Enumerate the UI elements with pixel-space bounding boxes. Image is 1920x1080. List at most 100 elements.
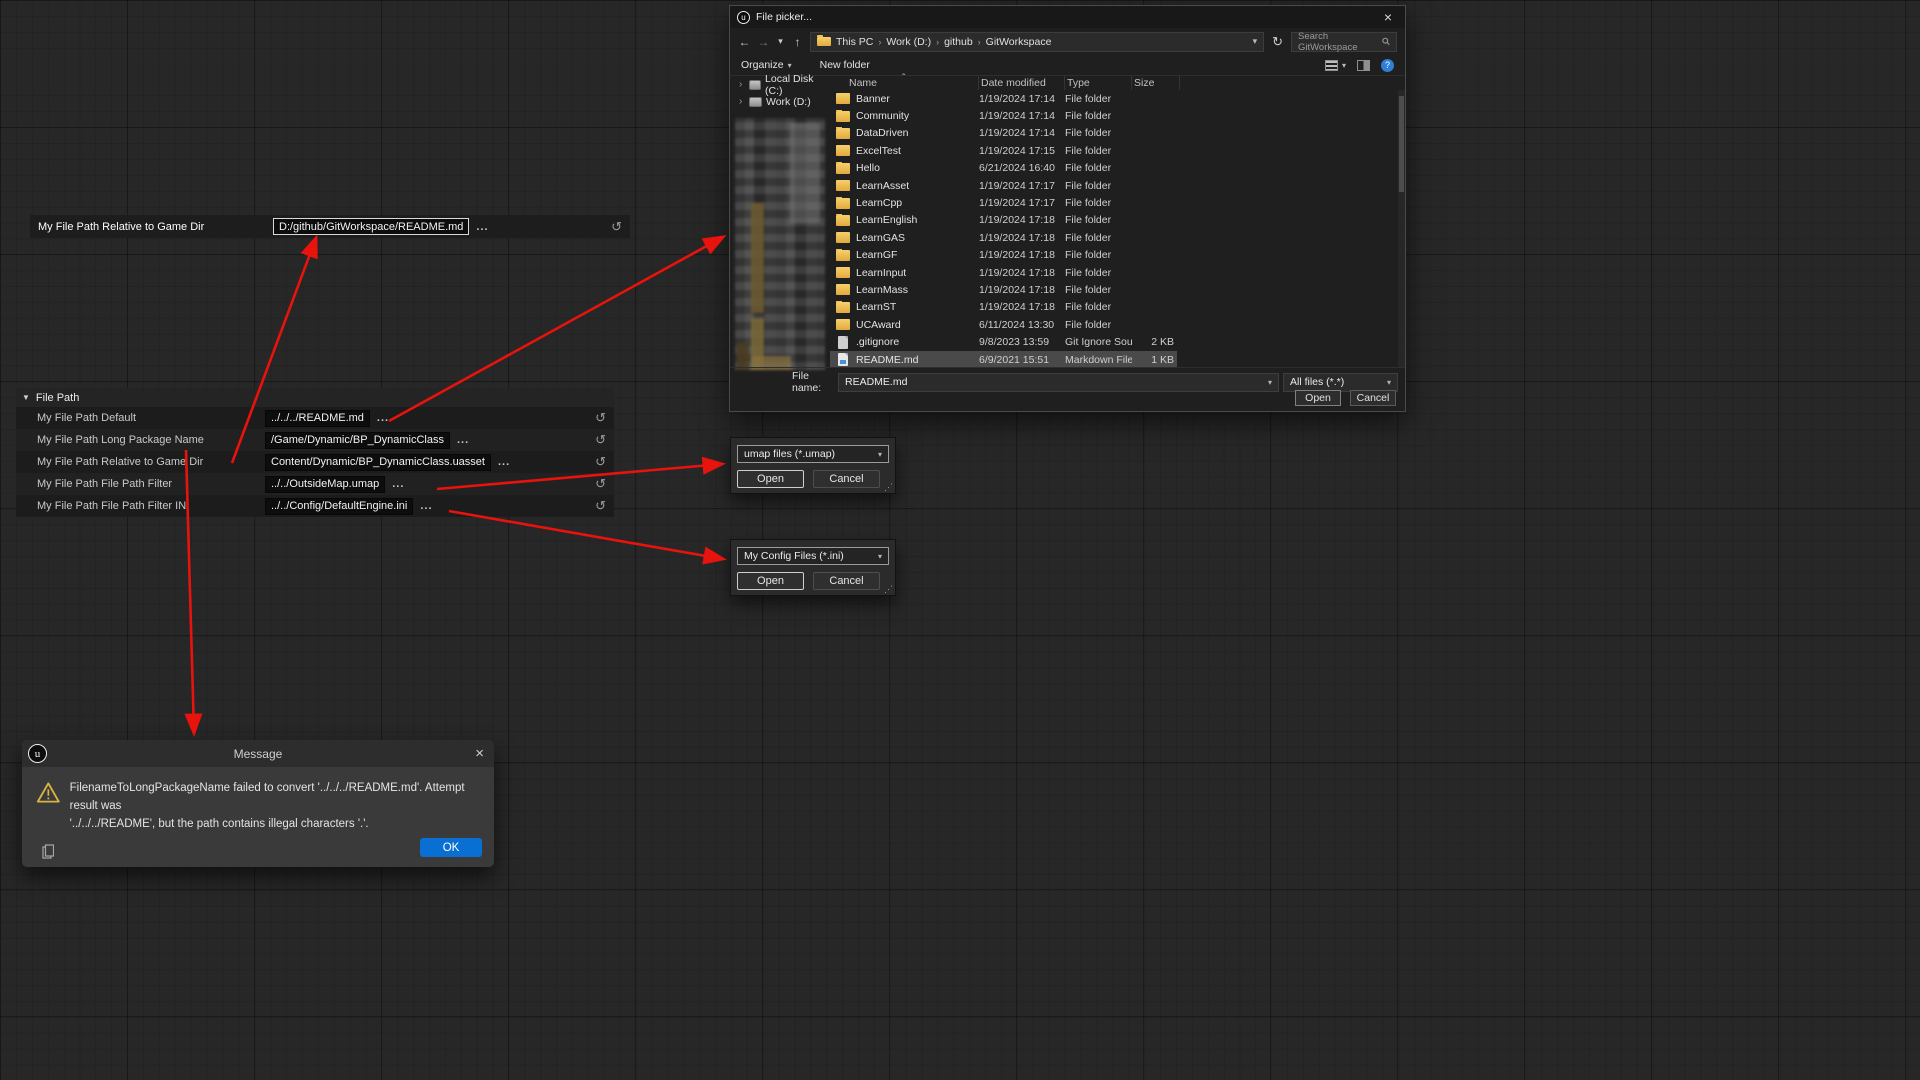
file-path-value-input[interactable]: ../../Config/DefaultEngine.ini	[265, 498, 413, 515]
browse-ellipsis-button[interactable]: ...	[457, 434, 469, 446]
cancel-button[interactable]: Cancel	[1350, 390, 1396, 406]
message-dialog: u Message × FilenameToLongPackageName fa…	[22, 740, 494, 867]
browse-ellipsis-button[interactable]: ...	[420, 500, 432, 512]
address-bar[interactable]: This PC › Work (D:) › github › GitWorksp…	[810, 32, 1264, 52]
ok-button[interactable]: OK	[420, 838, 482, 857]
browse-ellipsis-button[interactable]: ...	[476, 221, 488, 233]
view-options-button[interactable]: ▾	[1325, 60, 1346, 71]
file-row[interactable]: Banner1/19/2024 17:14File folder	[830, 90, 1177, 107]
file-row[interactable]: DataDriven1/19/2024 17:14File folder	[830, 125, 1177, 142]
file-rows: Banner1/19/2024 17:14File folder Communi…	[830, 90, 1177, 367]
property-row-default: My File Path Default ../../../README.md …	[16, 407, 614, 429]
preview-pane-icon[interactable]	[1357, 60, 1370, 71]
file-row[interactable]: UCAward6/11/2024 13:30File folder	[830, 316, 1177, 333]
property-label: My File Path File Path Filter INI	[16, 500, 265, 512]
breadcrumb-work-d[interactable]: Work (D:)	[886, 36, 931, 48]
history-chevron-icon[interactable]: ▾	[776, 36, 785, 47]
organize-button[interactable]: Organize ▾	[741, 59, 792, 71]
breadcrumb-gitworkspace[interactable]: GitWorkspace	[986, 36, 1052, 48]
folder-icon	[836, 128, 850, 139]
file-row[interactable]: LearnMass1/19/2024 17:18File folder	[830, 281, 1177, 298]
property-label: My File Path File Path Filter	[16, 478, 265, 490]
reset-to-default-icon[interactable]: ↺	[595, 410, 606, 426]
property-row-file-path-filter-ini: My File Path File Path Filter INI ../../…	[16, 495, 614, 517]
browse-ellipsis-button[interactable]: ...	[392, 478, 404, 490]
up-icon[interactable]: ↑	[791, 35, 804, 49]
close-icon[interactable]: ×	[1371, 6, 1405, 28]
reset-to-default-icon[interactable]: ↺	[595, 498, 606, 514]
file-row[interactable]: LearnCpp1/19/2024 17:17File folder	[830, 194, 1177, 211]
file-row[interactable]: LearnInput1/19/2024 17:18File folder	[830, 264, 1177, 281]
section-header-file-path[interactable]: ▼ File Path	[16, 388, 614, 407]
file-row[interactable]: LearnAsset1/19/2024 17:17File folder	[830, 177, 1177, 194]
help-icon[interactable]: ?	[1381, 59, 1394, 72]
browse-ellipsis-button[interactable]: ...	[377, 412, 389, 424]
scrollbar-thumb[interactable]	[1399, 96, 1404, 192]
close-icon[interactable]: ×	[475, 740, 484, 767]
vertical-scrollbar[interactable]	[1398, 90, 1405, 367]
column-header-type[interactable]: Type	[1065, 76, 1132, 90]
file-path-value-input[interactable]: D:/github/GitWorkspace/README.md	[273, 218, 469, 235]
file-picker-titlebar[interactable]: u File picker... ×	[730, 6, 1405, 28]
file-row-selected[interactable]: README.md6/9/2021 15:51Markdown File1 KB	[830, 351, 1177, 368]
forward-icon[interactable]: →	[757, 35, 770, 49]
file-row[interactable]: Hello6/21/2024 16:40File folder	[830, 160, 1177, 177]
reset-to-default-icon[interactable]: ↺	[595, 476, 606, 492]
new-folder-button[interactable]: New folder	[820, 59, 870, 71]
expander-icon[interactable]: ›	[739, 79, 745, 90]
file-row[interactable]: LearnST1/19/2024 17:18File folder	[830, 299, 1177, 316]
file-name-input[interactable]: README.md ▾	[838, 373, 1279, 392]
file-path-value-input[interactable]: Content/Dynamic/BP_DynamicClass.uasset	[265, 454, 491, 471]
chevron-down-icon: ▾	[878, 450, 882, 459]
chevron-down-icon: ▾	[878, 552, 882, 561]
collapse-triangle-icon[interactable]: ▼	[22, 393, 30, 402]
file-row[interactable]: ExcelTest1/19/2024 17:15File folder	[830, 142, 1177, 159]
file-path-value-input[interactable]: /Game/Dynamic/BP_DynamicClass	[265, 432, 450, 449]
column-header-size[interactable]: Size	[1132, 76, 1180, 90]
open-button[interactable]: Open	[737, 470, 804, 488]
file-row[interactable]: .gitignore9/8/2023 13:59Git Ignore Sourc…	[830, 333, 1177, 350]
file-name-value: README.md	[845, 376, 907, 388]
browse-ellipsis-button[interactable]: ...	[498, 456, 510, 468]
file-row[interactable]: LearnGAS1/19/2024 17:18File folder	[830, 229, 1177, 246]
expander-icon[interactable]: ›	[739, 96, 745, 107]
redacted-folder-tree	[735, 118, 825, 370]
file-filter-select[interactable]: umap files (*.umap) ▾	[737, 445, 889, 463]
file-type-select[interactable]: All files (*.*) ▾	[1283, 373, 1398, 392]
file-filter-select[interactable]: My Config Files (*.ini) ▾	[737, 547, 889, 565]
file-path-value-input[interactable]: ../../../README.md	[265, 410, 370, 427]
search-input[interactable]: Search GitWorkspace	[1291, 32, 1397, 52]
file-row[interactable]: LearnEnglish1/19/2024 17:18File folder	[830, 212, 1177, 229]
file-row[interactable]: Community1/19/2024 17:14File folder	[830, 107, 1177, 124]
file-picker-dialog: u File picker... × ← → ▾ ↑ This PC › Wor…	[729, 5, 1406, 412]
sidebar-item-local-disk-c[interactable]: › Local Disk (C:)	[730, 76, 830, 93]
reset-to-default-icon[interactable]: ↺	[611, 219, 622, 235]
breadcrumb-this-pc[interactable]: This PC	[836, 36, 873, 48]
file-row[interactable]: LearnGF1/19/2024 17:18File folder	[830, 247, 1177, 264]
chevron-down-icon[interactable]: ▾	[1268, 378, 1272, 387]
column-header-date-modified[interactable]: Date modified	[979, 76, 1065, 90]
refresh-icon[interactable]: ↻	[1272, 34, 1283, 50]
copy-to-clipboard-icon[interactable]	[42, 844, 54, 859]
cancel-button[interactable]: Cancel	[813, 470, 880, 488]
reset-to-default-icon[interactable]: ↺	[595, 432, 606, 448]
breadcrumb-github[interactable]: github	[944, 36, 973, 48]
folder-icon	[836, 267, 850, 278]
address-dropdown-icon[interactable]: ▾	[1253, 36, 1258, 47]
file-path-value-input[interactable]: ../../OutsideMap.umap	[265, 476, 385, 493]
folder-icon	[836, 319, 850, 330]
open-button[interactable]: Open	[1295, 390, 1341, 406]
resize-grip-icon[interactable]: ⋰	[884, 584, 893, 595]
open-button[interactable]: Open	[737, 572, 804, 590]
unreal-logo-icon: u	[28, 744, 47, 763]
reset-to-default-icon[interactable]: ↺	[595, 454, 606, 470]
folder-icon	[836, 163, 850, 174]
cancel-button[interactable]: Cancel	[813, 572, 880, 590]
message-titlebar[interactable]: u Message ×	[22, 740, 494, 767]
column-headers: Name ˆ Date modified Type Size	[830, 76, 1405, 90]
chevron-right-icon: ›	[878, 37, 881, 47]
property-row-long-package-name: My File Path Long Package Name /Game/Dyn…	[16, 429, 614, 451]
back-icon[interactable]: ←	[738, 35, 751, 49]
resize-grip-icon[interactable]: ⋰	[884, 482, 893, 493]
column-header-name[interactable]: Name ˆ	[830, 76, 979, 90]
